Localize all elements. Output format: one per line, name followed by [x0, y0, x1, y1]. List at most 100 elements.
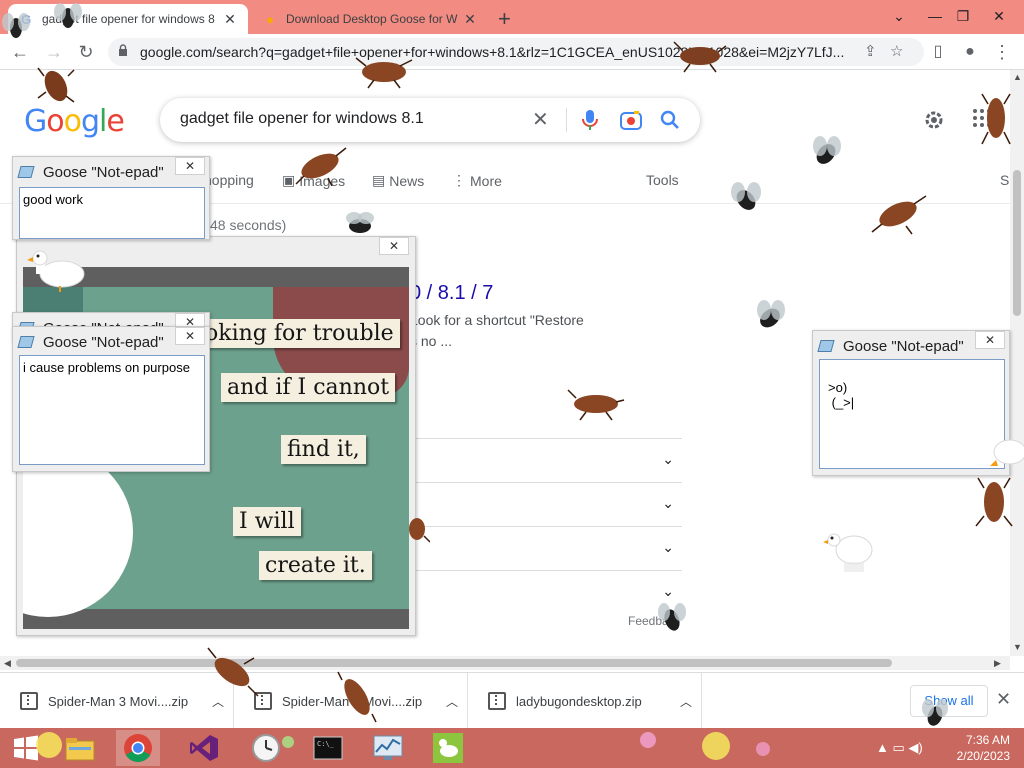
cockroach-icon[interactable] [36, 62, 76, 106]
tab-news[interactable]: ▤ News [372, 172, 424, 189]
related-question-row[interactable]: ⌄ [410, 570, 682, 614]
cockroach-icon[interactable] [336, 670, 378, 724]
close-notepad-button[interactable]: ✕ [175, 327, 205, 345]
visual-studio-taskbar-icon[interactable] [182, 730, 226, 766]
profile-avatar-icon[interactable]: ● [958, 40, 982, 64]
related-question-row[interactable]: ⌄ [410, 438, 682, 482]
goose-notepad-window-ascii[interactable]: Goose "Not-epad" ✕ >o) (_>| [812, 330, 1010, 476]
close-meme-window-button[interactable]: ✕ [379, 237, 409, 255]
forward-button[interactable]: → [42, 40, 66, 64]
notepad-title: Goose "Not-epad" [843, 337, 964, 355]
horizontal-scrollbar[interactable]: ◀ ▶ [0, 656, 1010, 670]
fly-icon[interactable] [806, 132, 846, 172]
cockroach-icon[interactable] [404, 514, 430, 544]
bookmark-star-icon[interactable]: ☆ [890, 42, 903, 60]
goose-notepad-window-problems[interactable]: Goose "Not-epad" ✕ i cause problems on p… [12, 326, 210, 472]
notepad-title-bar[interactable]: Goose "Not-epad" [17, 161, 164, 183]
cockroach-icon[interactable] [354, 54, 414, 90]
goose-notepad-window-good-work[interactable]: Goose "Not-epad" ✕ good work [12, 156, 210, 240]
tab-google-search[interactable]: G gadget file opener for windows 8 ✕ [8, 4, 248, 34]
url-text[interactable]: google.com/search?q=gadget+file+opener+f… [140, 44, 860, 60]
notepad-icon [817, 340, 835, 352]
close-notepad-button[interactable]: ✕ [975, 331, 1005, 349]
lens-search-icon[interactable] [620, 110, 642, 130]
notepad-text-area[interactable]: good work [19, 187, 205, 239]
restore-button[interactable]: ❐ [946, 2, 980, 30]
cockroach-icon[interactable] [204, 646, 260, 698]
taskbar-clock[interactable]: 7:36 AM 2/20/2023 [950, 732, 1010, 764]
result-heading-link[interactable]: 0 / 8.1 / 7 [410, 282, 493, 305]
close-notepad-button[interactable]: ✕ [175, 157, 205, 175]
tab-desktop-goose[interactable]: ● Download Desktop Goose for W ✕ [252, 4, 488, 34]
notepad-title-bar[interactable]: Goose "Not-epad" [817, 335, 964, 357]
resource-monitor-taskbar-icon[interactable] [366, 730, 410, 766]
clock-time: 7:36 AM [965, 733, 1010, 747]
fly-icon[interactable] [918, 696, 952, 732]
cockroach-icon[interactable] [980, 88, 1012, 148]
system-tray-icons[interactable]: ▲ ▭ ◀) [876, 740, 923, 756]
goose-icon[interactable] [26, 246, 88, 292]
close-window-button[interactable]: ✕ [982, 2, 1016, 30]
tab-more[interactable]: ⋮ More [452, 172, 502, 189]
cockroach-icon[interactable] [672, 38, 728, 74]
zip-file-icon [488, 692, 506, 710]
cockroach-icon[interactable] [292, 146, 348, 186]
scroll-left-arrow-icon[interactable]: ◀ [4, 658, 11, 669]
clock-icon [252, 734, 280, 762]
tab-label: More [470, 172, 502, 189]
scroll-up-arrow-icon[interactable]: ▲ [1013, 72, 1022, 82]
cockroach-icon[interactable] [974, 470, 1014, 530]
address-bar[interactable]: google.com/search?q=gadget+file+opener+f… [108, 38, 924, 66]
voice-search-icon[interactable] [582, 109, 598, 131]
fly-icon[interactable] [726, 180, 766, 218]
clock-gadget-taskbar-icon[interactable] [244, 730, 288, 766]
fly-icon[interactable] [654, 598, 690, 638]
notepad-title-bar[interactable]: Goose "Not-epad" [17, 331, 164, 353]
download-item[interactable]: ladybugondesktop.zip ︿ [468, 673, 702, 729]
command-prompt-taskbar-icon[interactable]: C:\_ [306, 730, 350, 766]
related-question-row[interactable]: ⌄ [410, 482, 682, 526]
file-explorer-taskbar-icon[interactable] [58, 730, 102, 766]
vertical-scrollbar[interactable]: ▲ ▼ [1010, 70, 1024, 656]
fly-icon[interactable] [52, 0, 84, 34]
cockroach-icon[interactable] [566, 386, 626, 422]
related-question-row[interactable]: ⌄ [410, 526, 682, 570]
goose-icon[interactable] [822, 526, 876, 574]
chrome-taskbar-icon[interactable] [116, 730, 160, 766]
download-item[interactable]: Spider-Man 3 Movi....zip ︿ [0, 673, 234, 729]
fly-icon[interactable] [340, 210, 380, 240]
settings-gear-icon[interactable] [922, 108, 946, 132]
fly-icon[interactable] [0, 6, 32, 46]
tab-safesearch[interactable]: S [1000, 172, 1009, 188]
scrollbar-thumb[interactable] [16, 659, 892, 667]
tab-label: S [1000, 172, 1010, 188]
chevron-up-icon[interactable]: ︿ [437, 693, 467, 710]
tab-shopping[interactable]: hopping [204, 172, 254, 188]
share-icon[interactable]: ⇪ [864, 42, 877, 60]
tab-search-chevron-icon[interactable]: ⌄ [882, 2, 916, 30]
tab-close-icon[interactable]: ✕ [462, 11, 478, 28]
search-icon[interactable] [660, 110, 680, 130]
reload-button[interactable]: ↻ [74, 40, 98, 64]
chevron-up-icon[interactable]: ︿ [671, 693, 701, 710]
scrollbar-thumb[interactable] [1013, 170, 1021, 316]
tab-tools[interactable]: Tools [646, 172, 679, 188]
search-box[interactable]: gadget file opener for windows 8.1 ✕ [160, 98, 700, 142]
close-downloads-bar-icon[interactable]: ✕ [996, 689, 1011, 710]
logo-letter: e [106, 104, 124, 139]
notepad-text-area[interactable]: >o) (_>| [819, 359, 1005, 469]
search-input[interactable]: gadget file opener for windows 8.1 [180, 110, 424, 128]
side-panel-icon[interactable]: ▯ [926, 40, 950, 64]
scroll-right-arrow-icon[interactable]: ▶ [994, 658, 1001, 669]
tab-close-icon[interactable]: ✕ [222, 11, 238, 28]
notepad-text-area[interactable]: i cause problems on purpose [19, 355, 205, 465]
scroll-down-arrow-icon[interactable]: ▼ [1013, 642, 1022, 652]
new-tab-button[interactable]: + [498, 6, 511, 32]
terminal-icon: C:\_ [313, 736, 343, 760]
cockroach-icon[interactable] [868, 192, 928, 236]
fly-icon[interactable] [750, 296, 790, 336]
desktop-goose-taskbar-icon[interactable] [426, 730, 470, 766]
browser-menu-icon[interactable]: ⋮ [990, 40, 1014, 64]
google-logo[interactable]: Google [24, 104, 125, 139]
clear-search-icon[interactable]: ✕ [532, 107, 549, 132]
